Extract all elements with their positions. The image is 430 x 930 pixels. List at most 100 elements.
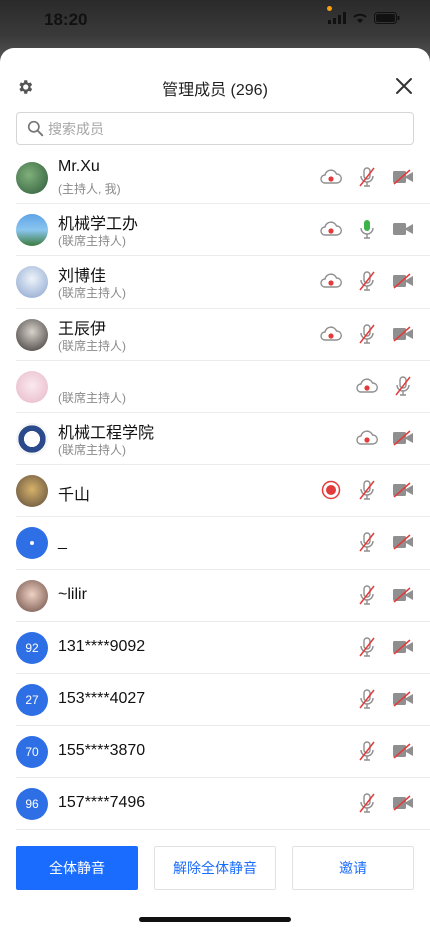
member-controls: [342, 740, 414, 762]
member-name: Mr.Xu: [58, 158, 100, 175]
status-time: 18:20: [44, 10, 88, 29]
signal-icon: [328, 12, 346, 24]
member-name: 千山: [58, 487, 91, 505]
home-indicator: [139, 917, 291, 922]
avatar: [16, 579, 48, 612]
camera-off-icon[interactable]: [392, 584, 414, 606]
camera-off-icon[interactable]: [392, 531, 414, 553]
camera-off-icon[interactable]: [392, 427, 414, 449]
camera-off-icon[interactable]: [392, 740, 414, 762]
member-name: 131****9092: [58, 637, 146, 655]
avatar: [16, 162, 48, 194]
camera-off-icon[interactable]: [392, 636, 414, 658]
member-row[interactable]: 千山: [16, 465, 430, 518]
close-icon[interactable]: [394, 76, 414, 96]
member-controls: [306, 166, 414, 188]
camera-on-icon[interactable]: [392, 218, 414, 240]
member-name: _: [58, 533, 67, 551]
member-controls: [342, 531, 414, 553]
member-controls: [342, 427, 414, 449]
search-input[interactable]: 搜索成员: [16, 112, 414, 145]
member-name: 机械工程学院: [58, 424, 155, 442]
cloud-record-icon[interactable]: [320, 166, 342, 188]
mic-indicator-dot: [327, 6, 332, 11]
status-icons: [328, 12, 400, 24]
member-row[interactable]: 27 153****4027: [16, 674, 430, 727]
member-role: (联席主持人): [58, 286, 126, 301]
cloud-record-icon[interactable]: [320, 270, 342, 292]
member-name: 157****7496: [58, 794, 146, 812]
mic-muted-icon[interactable]: [356, 479, 378, 501]
avatar: [16, 422, 48, 455]
mic-on-icon[interactable]: [356, 218, 378, 240]
avatar: 92: [16, 631, 48, 664]
member-row[interactable]: 96 157****7496: [16, 778, 430, 831]
camera-off-icon[interactable]: [392, 792, 414, 814]
avatar: 70: [16, 736, 48, 769]
camera-off-icon[interactable]: [392, 270, 414, 292]
search-icon: [27, 120, 44, 137]
member-name: 刘博佳: [58, 268, 107, 286]
member-name: ~lilir: [58, 585, 87, 603]
avatar: 27: [16, 683, 48, 716]
member-row[interactable]: ~lilir: [16, 570, 430, 622]
member-role: (联席主持人): [58, 234, 126, 249]
member-controls: [306, 218, 414, 240]
member-row[interactable]: Mr.Xu (主持人, 我): [16, 152, 430, 205]
action-bar: 全体静音 解除全体静音 邀请: [16, 846, 414, 890]
cloud-record-icon[interactable]: [320, 218, 342, 240]
member-controls: [306, 270, 414, 292]
member-controls: [306, 323, 414, 345]
member-row[interactable]: 70 155****3870: [16, 726, 430, 779]
mic-muted-icon[interactable]: [356, 270, 378, 292]
mic-muted-icon[interactable]: [392, 375, 414, 397]
camera-off-icon[interactable]: [392, 166, 414, 188]
mic-muted-icon[interactable]: [356, 636, 378, 658]
member-controls: [342, 375, 414, 397]
member-row[interactable]: _: [16, 517, 430, 570]
wifi-icon: [353, 13, 367, 23]
camera-off-icon[interactable]: [392, 688, 414, 710]
search-placeholder: 搜索成员: [48, 120, 104, 137]
member-controls: [342, 792, 414, 814]
member-row[interactable]: 王辰伊 (联席主持人): [16, 309, 430, 361]
avatar: [16, 266, 48, 299]
mic-muted-icon[interactable]: [356, 531, 378, 553]
invite-button[interactable]: 邀请: [292, 846, 414, 890]
member-row[interactable]: 机械学工办 (联席主持人): [16, 204, 430, 257]
avatar: [16, 370, 48, 403]
member-controls: [342, 636, 414, 658]
member-role: (联席主持人): [58, 390, 126, 405]
member-row[interactable]: 机械工程学院 (联席主持人): [16, 413, 430, 466]
mic-muted-icon[interactable]: [356, 688, 378, 710]
mic-muted-icon[interactable]: [356, 323, 378, 345]
member-name: 机械学工办: [58, 216, 139, 234]
battery-icon: [374, 12, 400, 24]
member-row[interactable]: 92 131****9092: [16, 622, 430, 674]
avatar-dot: [30, 541, 34, 546]
mic-muted-icon[interactable]: [356, 740, 378, 762]
avatar: [16, 475, 48, 508]
member-role: (联席主持人): [58, 338, 126, 353]
camera-off-icon[interactable]: [392, 479, 414, 501]
avatar: [16, 527, 48, 560]
cloud-record-icon[interactable]: [356, 375, 378, 397]
cloud-record-icon[interactable]: [356, 427, 378, 449]
cloud-record-icon[interactable]: [320, 323, 342, 345]
mic-muted-icon[interactable]: [356, 792, 378, 814]
avatar: 96: [16, 788, 48, 821]
member-controls: [342, 584, 414, 606]
mic-muted-icon[interactable]: [356, 584, 378, 606]
member-row[interactable]: (联席主持人): [16, 361, 430, 413]
page-title: 管理成员 (296): [162, 82, 268, 99]
mic-muted-icon[interactable]: [356, 166, 378, 188]
unmute-all-button[interactable]: 解除全体静音: [154, 846, 276, 890]
avatar: [16, 214, 48, 247]
camera-off-icon[interactable]: [392, 323, 414, 345]
manage-members-sheet: 管理成员 (296) 搜索成员 Mr.Xu (主持人, 我) 机械学工办 (联席主持人…: [0, 48, 430, 930]
mute-all-button[interactable]: 全体静音: [16, 846, 138, 890]
member-row[interactable]: 刘博佳 (联席主持人): [16, 256, 430, 309]
member-name: 153****4027: [58, 689, 146, 707]
local-record-icon[interactable]: [320, 479, 342, 501]
member-controls: [306, 479, 414, 501]
